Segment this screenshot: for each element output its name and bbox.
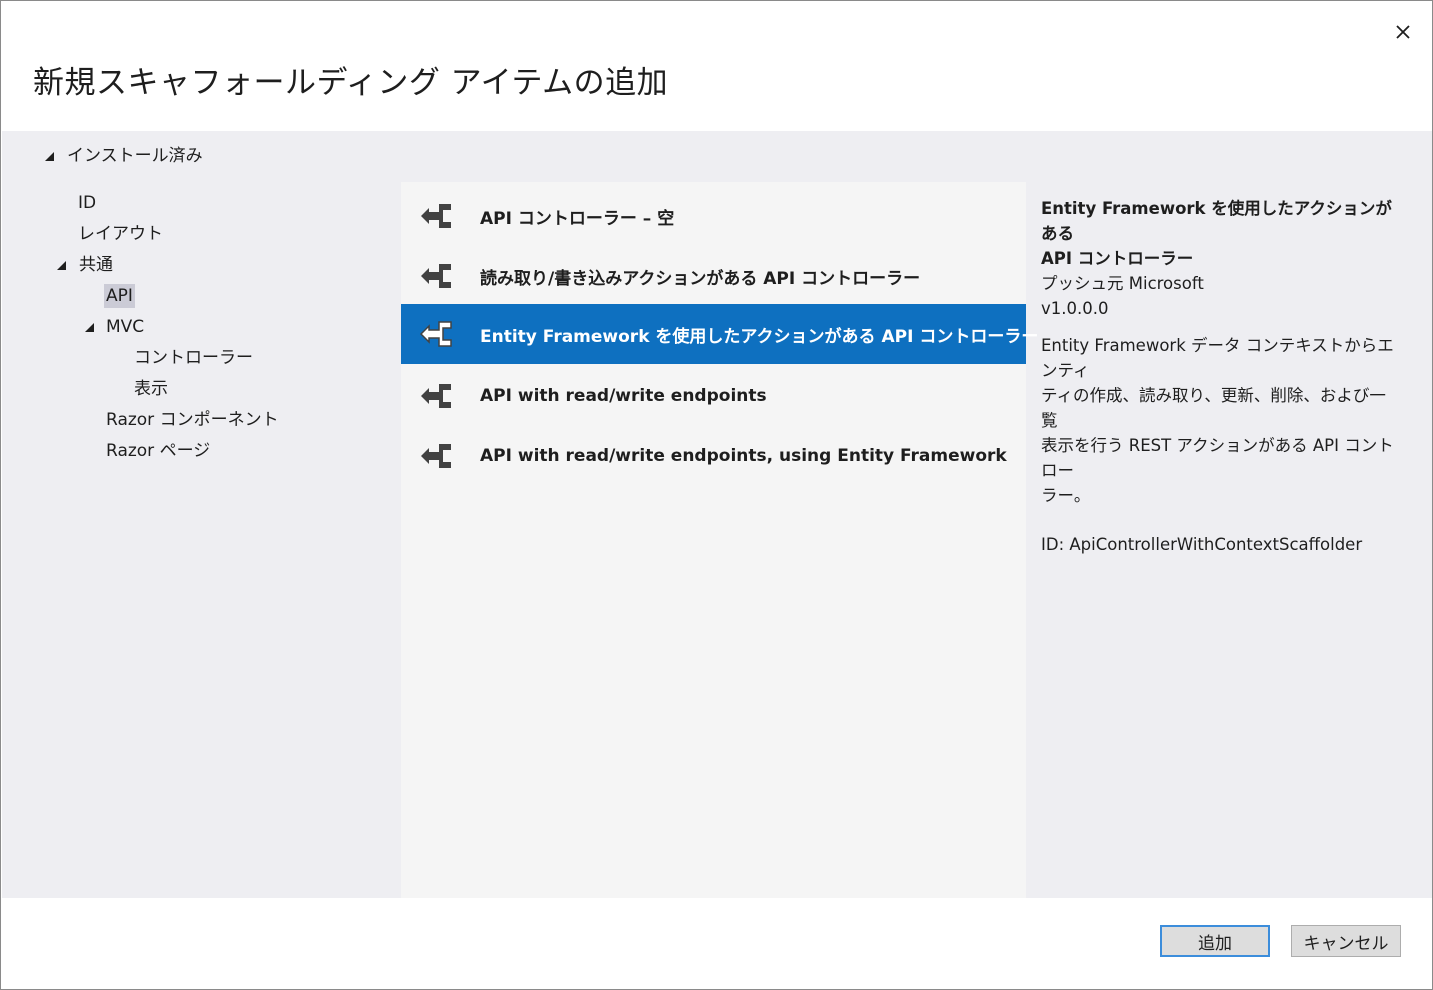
tree-item-installed[interactable]: インストール済み (67, 144, 203, 168)
template-label: API with read/write endpoints, using Ent… (480, 446, 1007, 466)
details-desc-line: 表示を行う REST アクションがある API コントロー (1041, 436, 1394, 480)
cancel-button[interactable]: キャンセル (1291, 925, 1401, 957)
details-description: Entity Framework データ コンテキストからエンティ ティの作成、… (1041, 333, 1401, 508)
tree-item-common[interactable]: 共通 (79, 253, 113, 277)
template-list: API コントローラー – 空 読み取り/書き込みアクションがある API コン… (401, 182, 1038, 898)
tree-item-razor-component[interactable]: Razor コンポーネント (106, 408, 279, 432)
details-desc-line: Entity Framework データ コンテキストからエンティ (1041, 336, 1394, 380)
add-button[interactable]: 追加 (1160, 925, 1270, 957)
template-item[interactable]: 読み取り/書き込みアクションがある API コントローラー (401, 246, 1026, 306)
tree-item-controller[interactable]: コントローラー (134, 346, 253, 370)
tree-item-view[interactable]: 表示 (134, 377, 168, 401)
details-panel: Entity Framework を使用したアクションがある API コントロー… (1041, 196, 1401, 557)
template-label: API コントローラー – 空 (480, 208, 675, 229)
scaffold-icon (421, 264, 451, 288)
details-title-line1: Entity Framework を使用したアクションがある (1041, 199, 1392, 243)
tree-item-mvc[interactable]: MVC (106, 315, 144, 339)
add-scaffold-dialog: 新規スキャフォールディング アイテムの追加 インストール済み ID レイアウト … (0, 0, 1433, 990)
template-item[interactable]: API with read/write endpoints, using Ent… (401, 426, 1026, 486)
template-item-selected[interactable]: Entity Framework を使用したアクションがある API コントロー… (401, 304, 1038, 364)
tree-item-layout[interactable]: レイアウト (78, 222, 163, 246)
details-id: ID: ApiControllerWithContextScaffolder (1041, 535, 1363, 554)
expand-arrow-icon[interactable] (85, 323, 94, 332)
tree-item-razor-pages[interactable]: Razor ページ (106, 439, 210, 463)
tree-item-api[interactable]: API (104, 284, 135, 308)
details-desc-line: ティの作成、読み取り、更新、削除、および一覧 (1041, 386, 1386, 430)
template-label: API with read/write endpoints (480, 386, 767, 406)
close-icon (1396, 25, 1410, 39)
scaffold-icon (419, 321, 452, 347)
expand-arrow-icon[interactable] (57, 261, 66, 270)
details-desc-line: ラー。 (1041, 486, 1091, 505)
details-publisher: プッシュ元 Microsoft (1041, 274, 1204, 293)
details-version: v1.0.0.0 (1041, 299, 1109, 318)
scaffold-icon (421, 444, 451, 468)
template-item[interactable]: API with read/write endpoints (401, 366, 1026, 426)
scaffold-icon (421, 384, 451, 408)
dialog-title: 新規スキャフォールディング アイテムの追加 (33, 65, 669, 101)
template-label: 読み取り/書き込みアクションがある API コントローラー (480, 268, 921, 289)
close-button[interactable] (1386, 15, 1420, 49)
template-item[interactable]: API コントローラー – 空 (401, 186, 1026, 246)
expand-arrow-icon[interactable] (45, 152, 54, 161)
details-title-line2: API コントローラー (1041, 249, 1194, 268)
template-label: Entity Framework を使用したアクションがある API コントロー… (480, 326, 1039, 347)
scaffold-icon (421, 204, 451, 228)
tree-item-id[interactable]: ID (78, 191, 96, 215)
